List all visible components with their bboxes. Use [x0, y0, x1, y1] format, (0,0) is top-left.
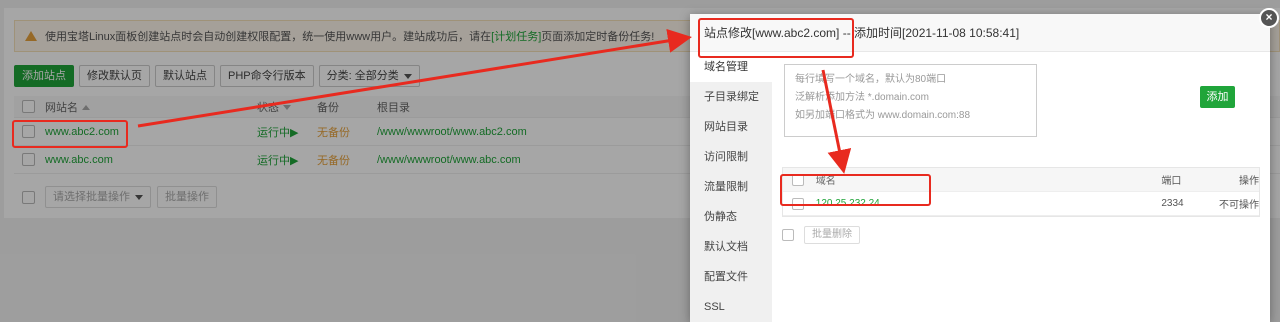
arrow-to-domain: [821, 69, 852, 174]
arrow-to-title: [137, 29, 692, 128]
annotation-arrows: [137, 29, 852, 174]
